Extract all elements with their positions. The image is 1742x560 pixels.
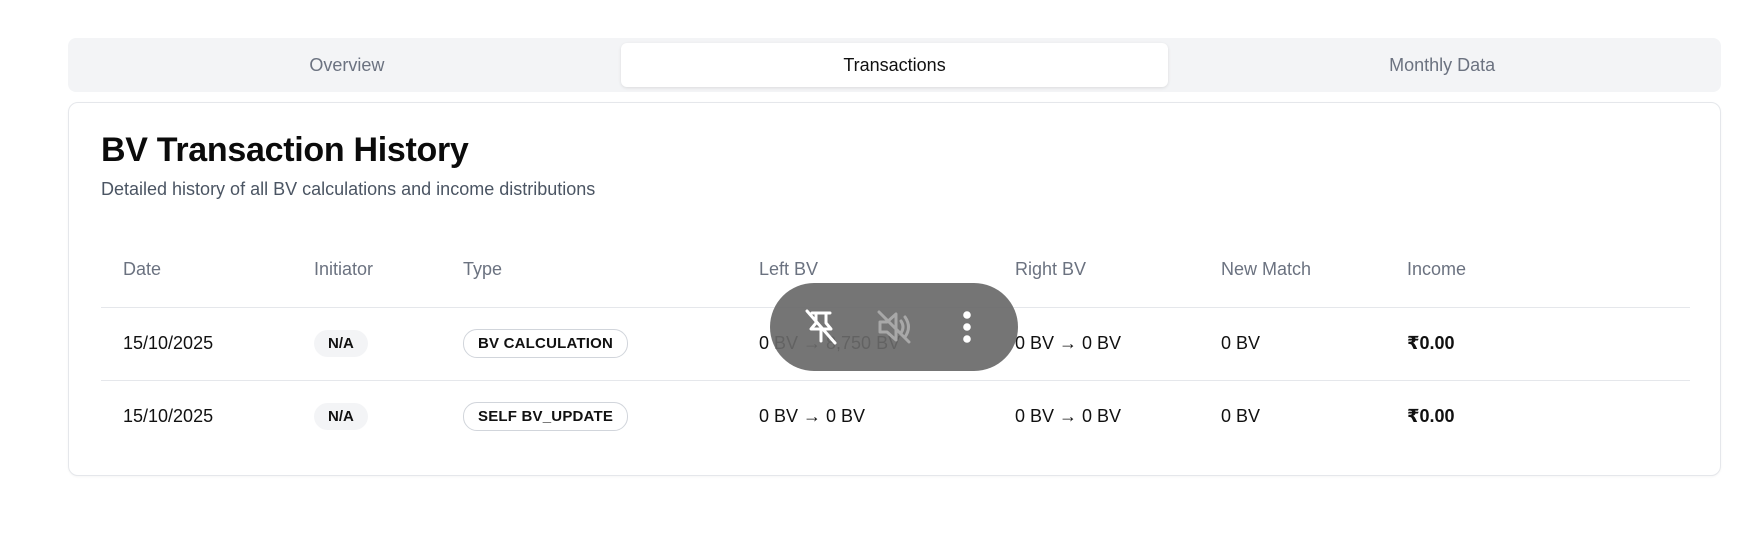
cell-right-bv: 0 BV → 0 BV <box>1015 406 1122 427</box>
more-vertical-icon[interactable] <box>943 303 991 351</box>
cell-initiator: N/A <box>292 307 441 381</box>
cell-type: SELF BV_UPDATE <box>441 380 737 453</box>
card-subtitle: Detailed history of all BV calculations … <box>101 179 596 199</box>
tab-overview[interactable]: Overview <box>73 43 621 87</box>
tab-bar: Overview Transactions Monthly Data <box>68 38 1721 92</box>
column-header-date: Date <box>101 233 292 308</box>
cell-new-match: 0 BV <box>1221 406 1261 427</box>
card-title: BV Transaction History <box>101 131 469 169</box>
cell-type: BV CALCULATION <box>441 307 737 381</box>
type-badge: BV CALCULATION <box>463 329 629 358</box>
tab-transactions[interactable]: Transactions <box>620 43 1169 87</box>
media-control-overlay <box>770 283 1018 371</box>
column-header-initiator: Initiator <box>292 233 441 308</box>
column-header-right-bv: Right BV <box>993 233 1199 308</box>
cell-left-bv: 0 BV → 0 BV <box>759 406 866 427</box>
mute-icon[interactable] <box>870 303 918 351</box>
initiator-badge: N/A <box>314 403 368 431</box>
unpin-icon[interactable] <box>797 303 845 351</box>
initiator-badge: N/A <box>314 330 368 357</box>
column-header-income: Income <box>1385 233 1690 308</box>
column-header-type: Type <box>441 233 737 308</box>
tab-monthly-data[interactable]: Monthly Data <box>1168 43 1716 87</box>
table-row: 15/10/2025 N/A SELF BV_UPDATE 0 BV → 0 B… <box>101 380 1690 453</box>
type-badge: SELF BV_UPDATE <box>463 402 629 432</box>
cell-date: 15/10/2025 <box>123 406 214 427</box>
cell-initiator: N/A <box>292 380 441 453</box>
cell-new-match: 0 BV <box>1199 307 1385 381</box>
cell-right-bv: 0 BV → 0 BV <box>993 307 1199 381</box>
cell-date: 15/10/2025 <box>101 307 292 381</box>
cell-income: ₹0.00 <box>1385 307 1690 381</box>
cell-income: ₹0.00 <box>1407 406 1455 427</box>
column-header-new-match: New Match <box>1199 233 1385 308</box>
